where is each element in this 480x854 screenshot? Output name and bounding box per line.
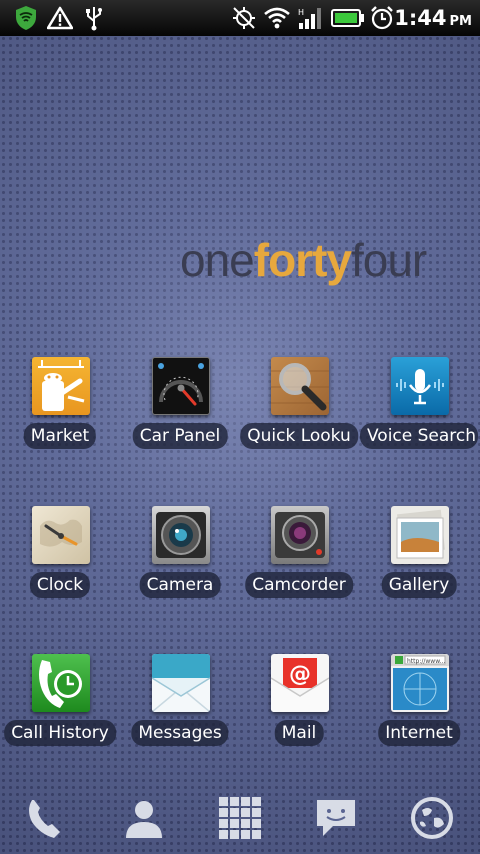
app-car-panel[interactable]: Car Panel <box>121 357 239 467</box>
svg-text:@: @ <box>289 662 311 687</box>
app-label: Clock <box>29 572 91 598</box>
wallpaper-logo: onefortyfour <box>180 234 427 286</box>
logo-part-four: four <box>350 234 427 286</box>
app-quick-lookup[interactable]: Quick Looku <box>240 357 358 467</box>
call-history-icon <box>32 654 90 712</box>
app-label: Mail <box>274 720 324 746</box>
logo-part-forty: forty <box>253 234 352 286</box>
messaging-icon[interactable] <box>308 790 364 846</box>
quick-lookup-icon <box>271 357 329 415</box>
warning-icon <box>46 4 74 32</box>
app-voice-search[interactable]: Voice Search <box>360 357 478 467</box>
wifi-icon <box>263 4 291 32</box>
app-label: Market <box>23 423 97 449</box>
camcorder-icon <box>271 506 329 564</box>
app-internet[interactable]: http://www... Internet <box>360 654 478 764</box>
usb-icon <box>80 4 108 32</box>
status-bar[interactable]: H 1:44 PM <box>0 0 480 36</box>
shield-icon <box>12 4 40 32</box>
market-icon <box>32 357 90 415</box>
app-label: Gallery <box>381 572 457 598</box>
alarm-icon <box>368 4 396 32</box>
battery-icon <box>330 4 366 32</box>
app-call-history[interactable]: Call History <box>1 654 119 764</box>
app-camera[interactable]: Camera <box>121 506 239 616</box>
app-label: Messages <box>131 720 229 746</box>
browser-icon[interactable] <box>404 790 460 846</box>
gps-off-icon <box>230 4 258 32</box>
app-label: Car Panel <box>132 423 228 449</box>
app-mail[interactable]: @ Mail <box>240 654 358 764</box>
svg-text:H: H <box>298 8 304 17</box>
signal-icon: H <box>296 4 324 32</box>
dock <box>0 780 480 854</box>
app-messages[interactable]: Messages <box>121 654 239 764</box>
clock-time: 1:44 <box>394 6 447 30</box>
camera-icon <box>152 506 210 564</box>
app-label: Voice Search <box>360 423 478 449</box>
app-label: Quick Looku <box>240 423 358 449</box>
app-drawer-icon[interactable] <box>212 790 268 846</box>
phone-icon[interactable] <box>18 790 74 846</box>
app-clock[interactable]: Clock <box>1 506 119 616</box>
car-panel-icon <box>152 357 210 415</box>
internet-url: http://www... <box>407 658 445 665</box>
gallery-icon <box>391 506 449 564</box>
app-label: Internet <box>378 720 460 746</box>
logo-part-one: one <box>180 234 255 286</box>
app-label: Camcorder <box>245 572 353 598</box>
mail-icon: @ <box>271 654 329 712</box>
voice-search-icon <box>391 357 449 415</box>
contacts-icon[interactable] <box>116 790 172 846</box>
messages-icon <box>152 654 210 712</box>
clock-ampm: PM <box>449 14 472 29</box>
internet-icon: http://www... <box>391 654 449 712</box>
app-market[interactable]: Market <box>1 357 119 467</box>
app-gallery[interactable]: Gallery <box>360 506 478 616</box>
app-label: Camera <box>139 572 221 598</box>
app-camcorder[interactable]: Camcorder <box>240 506 358 616</box>
clock-icon <box>32 506 90 564</box>
status-clock: 1:44 PM <box>394 3 472 33</box>
app-label: Call History <box>4 720 116 746</box>
